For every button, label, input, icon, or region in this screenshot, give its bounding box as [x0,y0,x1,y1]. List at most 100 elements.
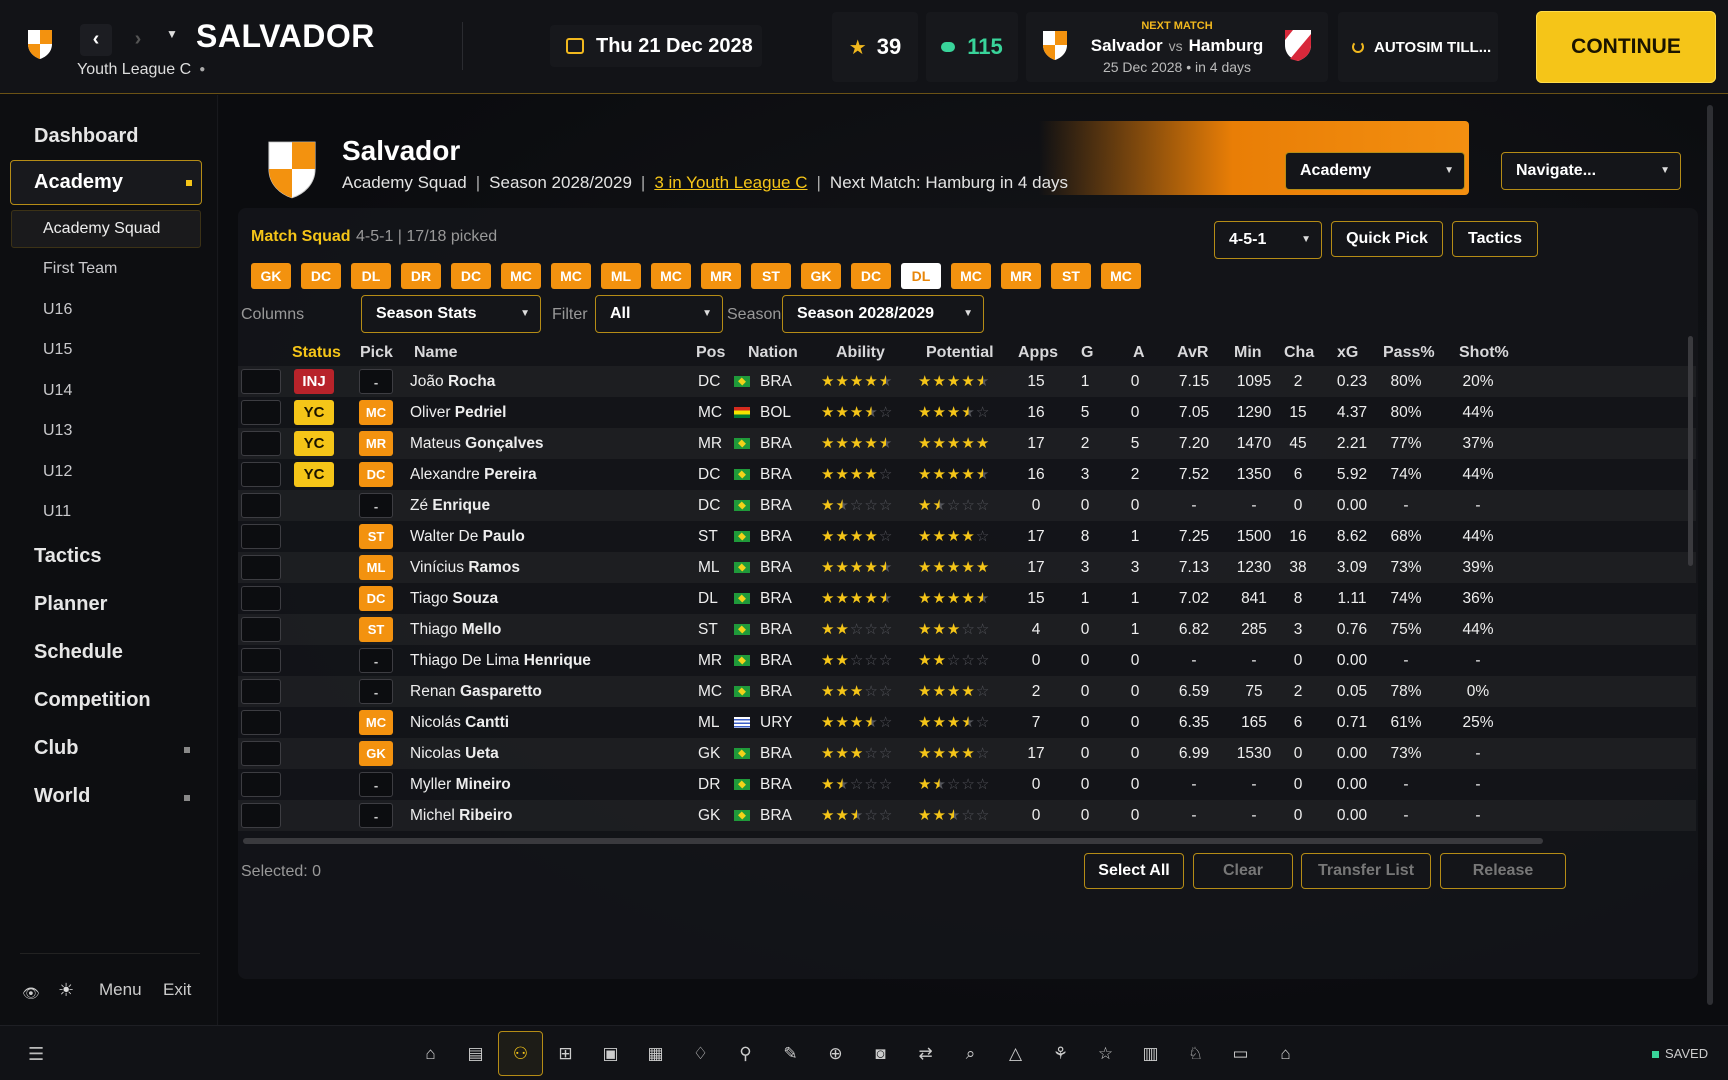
player-name[interactable]: Renan Gasparetto [410,683,542,701]
table-row[interactable]: DC Tiago Souza DL BRA ★★★★★ ★★★★★ 15 1 1 7.02 841 8… [238,583,1696,614]
pick-badge[interactable]: MC [359,710,393,735]
menu-button[interactable]: Menu [99,980,142,1000]
row-checkbox[interactable] [241,772,281,797]
pick-badge[interactable]: - [359,648,393,673]
table-row[interactable]: - Myller Mineiro DR BRA ★★☆☆☆ ★★☆☆☆ 0 0 0- -0 0.00… [238,769,1696,800]
pick-badge[interactable]: GK [359,741,393,766]
table-row[interactable]: YC MR Mateus Gonçalves MR BRA ★★★★★ ★★★★★ 17 2 5 7… [238,428,1696,459]
tactics-board-icon[interactable]: ⊞ [543,1031,588,1076]
player-name[interactable]: Mateus Gonçalves [410,435,544,453]
col-apps[interactable]: Apps [1018,344,1058,362]
col-name[interactable]: Name [414,344,458,362]
calendar-icon[interactable]: ▦ [633,1031,678,1076]
sidebar-item-tactics[interactable]: Tactics [34,545,101,568]
sidebar-subitem-u12[interactable]: U12 [43,463,72,481]
col-nation[interactable]: Nation [748,344,798,362]
row-checkbox[interactable] [241,369,281,394]
network-icon[interactable]: ⚘ [1038,1031,1083,1076]
row-checkbox[interactable] [241,741,281,766]
sidebar-item-dashboard[interactable]: Dashboard [34,125,138,148]
row-checkbox[interactable] [241,493,281,518]
eye-icon[interactable]: 👁 [22,985,40,1002]
sidebar-subitem-academy-squad[interactable]: Academy Squad [11,210,201,248]
table-row[interactable]: YC MC Oliver Pedriel MC BOL ★★★★☆ ★★★★☆ 16 5 0 7.0… [238,397,1696,428]
player-name[interactable]: Walter De Paulo [410,528,525,546]
position-chip[interactable]: DR [401,263,441,289]
scouting-icon[interactable]: ⌕ [948,1031,993,1076]
stats-icon[interactable]: ▥ [1128,1031,1173,1076]
table-row[interactable]: - Renan Gasparetto MC BRA ★★★☆☆ ★★★★☆ 2 0 0 6.59 7… [238,676,1696,707]
sidebar-item-club[interactable]: Club [34,737,204,760]
position-chip[interactable]: ST [751,263,791,289]
horizontal-scrollbar[interactable] [243,838,1543,844]
trophy-icon[interactable]: ♢ [678,1031,723,1076]
tools-icon[interactable]: ✎ [768,1031,813,1076]
position-chip[interactable]: MC [951,263,991,289]
sidebar-subitem-first-team[interactable]: First Team [43,260,117,278]
col-cha[interactable]: Cha [1284,344,1314,362]
table-row[interactable]: - Thiago De Lima Henrique MR BRA ★★☆☆☆ ★★☆☆☆ 0… [238,645,1696,676]
warning-icon[interactable]: △ [993,1031,1038,1076]
navigate-select[interactable]: Navigate... ▼ [1501,152,1681,190]
row-checkbox[interactable] [241,462,281,487]
table-row[interactable]: - Zé Enrique DC BRA ★★☆☆☆ ★★☆☆☆ 0 0 0- -0 0.00- - [238,490,1696,521]
pick-badge[interactable]: MR [359,431,393,456]
position-chip[interactable]: MC [551,263,591,289]
sidebar-item-competition[interactable]: Competition [34,689,151,712]
position-chip[interactable]: MR [1001,263,1041,289]
sidebar-subitem-u11[interactable]: U11 [43,503,71,521]
pick-badge[interactable]: - [359,493,393,518]
pick-badge[interactable]: - [359,803,393,828]
sidebar-subitem-u15[interactable]: U15 [43,341,72,359]
awards-icon[interactable]: ♘ [1173,1031,1218,1076]
row-checkbox[interactable] [241,648,281,673]
game-date[interactable]: Thu 21 Dec 2028 [550,25,762,67]
pick-badge[interactable]: - [359,772,393,797]
exit-button[interactable]: Exit [163,980,191,1000]
reputation-stars[interactable]: ★ 39 [832,12,918,82]
player-name[interactable]: Thiago De Lima Henrique [410,652,591,670]
table-row[interactable]: GK Nicolas Ueta GK BRA ★★★☆☆ ★★★★☆ 17 0 0 6.99 153… [238,738,1696,769]
row-checkbox[interactable] [241,431,281,456]
columns-select[interactable]: Season Stats ▼ [361,295,541,333]
finance-icon[interactable]: ◙ [858,1031,903,1076]
sidebar-subitem-u13[interactable]: U13 [43,422,72,440]
col-pos[interactable]: Pos [696,344,725,362]
position-chip[interactable]: GK [801,263,841,289]
tactics-button[interactable]: Tactics [1452,221,1538,257]
sidebar-item-academy[interactable]: Academy [10,160,202,205]
player-name[interactable]: Vinícius Ramos [410,559,520,577]
star-icon[interactable]: ☆ [1083,1031,1128,1076]
league-position-link[interactable]: 3 in Youth League C [654,173,807,192]
sidebar-item-world[interactable]: World [34,785,204,808]
back-button[interactable]: ‹ [80,24,112,56]
position-chip[interactable]: GK [251,263,291,289]
transfer-list-button[interactable]: Transfer List [1301,853,1431,889]
row-checkbox[interactable] [241,617,281,642]
pick-badge[interactable]: - [359,679,393,704]
player-name[interactable]: Zé Enrique [410,497,490,515]
pick-badge[interactable]: MC [359,400,393,425]
folder-icon[interactable]: ▭ [1218,1031,1263,1076]
page-scrollbar[interactable] [1707,105,1713,1005]
money-balance[interactable]: 115 [926,12,1018,82]
col-assists[interactable]: A [1133,344,1145,362]
position-chip[interactable]: DL [901,263,941,289]
player-name[interactable]: Alexandre Pereira [410,466,537,484]
row-checkbox[interactable] [241,679,281,704]
table-row[interactable]: ST Walter De Paulo ST BRA ★★★★☆ ★★★★☆ 17 8 1 7.25… [238,521,1696,552]
sidebar-item-planner[interactable]: Planner [34,593,107,616]
position-chip[interactable]: ML [601,263,641,289]
medical-icon[interactable]: ⊕ [813,1031,858,1076]
squad-icon[interactable]: ⚇ [498,1031,543,1076]
position-chip[interactable]: DL [351,263,391,289]
home-icon[interactable]: ⌂ [408,1031,453,1076]
quick-pick-button[interactable]: Quick Pick [1331,221,1443,257]
col-potential[interactable]: Potential [926,344,994,362]
row-checkbox[interactable] [241,555,281,580]
select-all-button[interactable]: Select All [1084,853,1184,889]
pick-badge[interactable]: ML [359,555,393,580]
release-button[interactable]: Release [1440,853,1566,889]
pick-badge[interactable]: DC [359,586,393,611]
pick-badge[interactable]: ST [359,524,393,549]
